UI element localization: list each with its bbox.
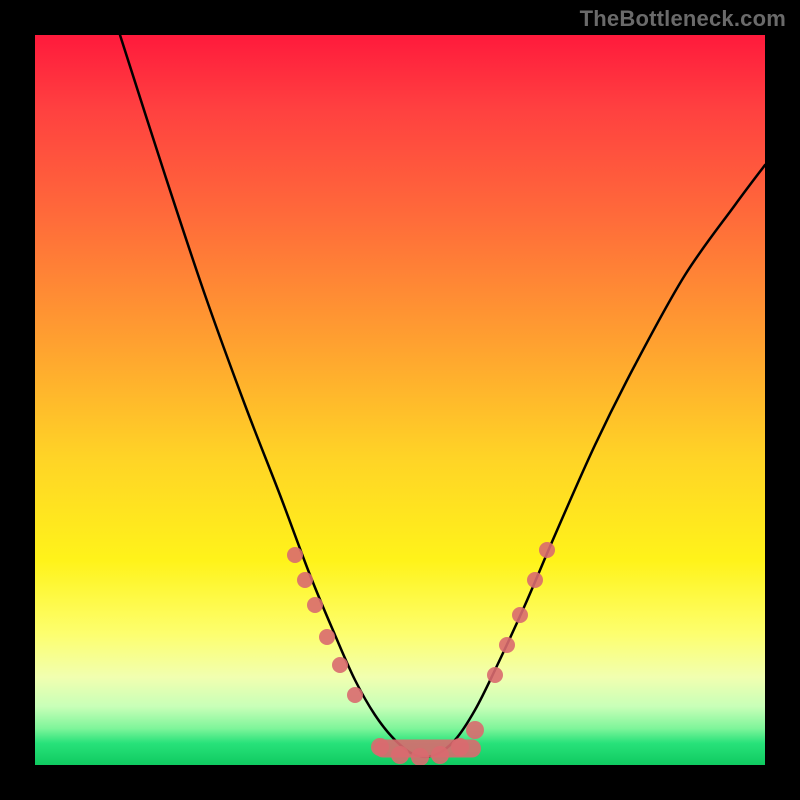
markers-left-arm xyxy=(287,547,363,703)
watermark-text: TheBottleneck.com xyxy=(580,6,786,32)
markers-trough xyxy=(371,721,484,765)
chart-svg xyxy=(35,35,765,765)
markers-right-arm xyxy=(487,542,555,683)
plot-area xyxy=(35,35,765,765)
chart-frame: TheBottleneck.com xyxy=(0,0,800,800)
bottleneck-curve xyxy=(120,35,765,757)
